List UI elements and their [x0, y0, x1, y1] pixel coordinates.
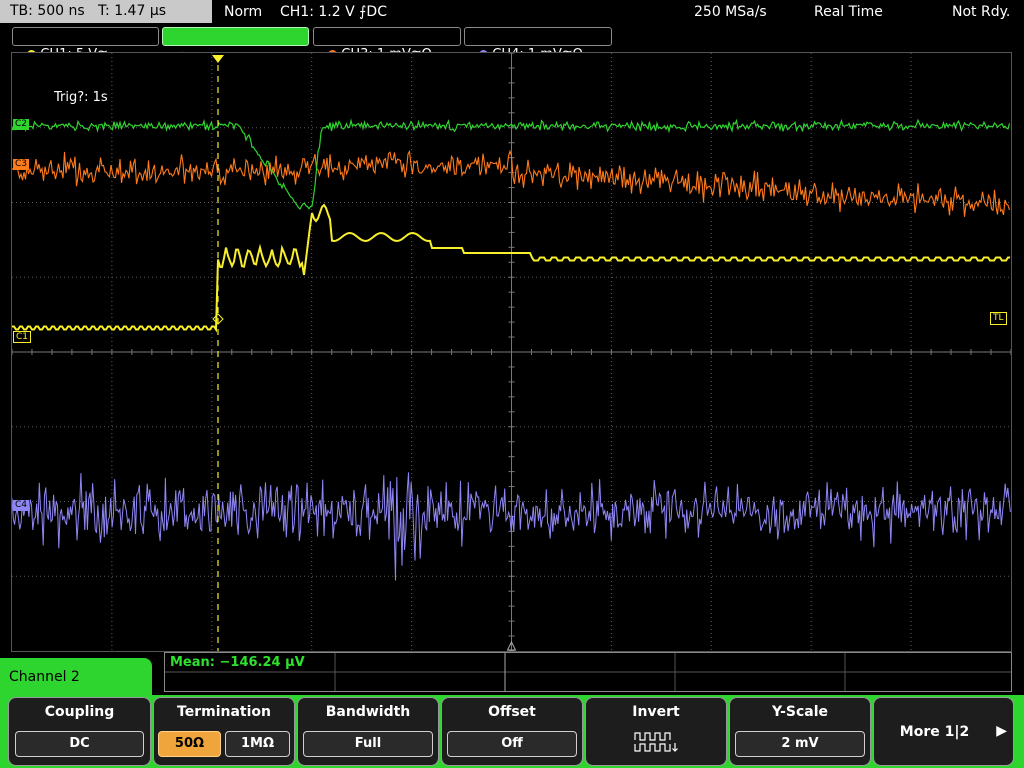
trigger-level-marker[interactable]: TL	[990, 312, 1007, 325]
play-right-icon: ▶	[996, 723, 1007, 739]
waveform-canvas	[12, 53, 1011, 651]
more-softkey[interactable]: More 1|2 ▶	[873, 697, 1014, 766]
trigger-timeout-text: Trig?: 1s	[54, 90, 108, 105]
acquisition-mode[interactable]: Norm	[224, 0, 262, 24]
c2-level-marker[interactable]: C2	[13, 119, 30, 130]
mean-measurement[interactable]: Mean: −146.24 µV	[170, 655, 305, 670]
termination-title: Termination	[177, 704, 271, 720]
offset-softkey[interactable]: Offset Off	[441, 697, 583, 766]
coupling-value[interactable]: DC	[15, 731, 144, 757]
c4-level-marker[interactable]: C4	[13, 500, 30, 511]
channel-tab-4[interactable]: CH4: 1 mV≅Ω	[464, 27, 612, 62]
c1-level-marker[interactable]: C1	[13, 331, 32, 343]
termination-1mohm-option[interactable]: 1MΩ	[225, 731, 290, 757]
yscale-title: Y-Scale	[771, 704, 828, 720]
termination-50ohm-option[interactable]: 50Ω	[158, 731, 221, 757]
yscale-softkey[interactable]: Y-Scale 2 mV	[729, 697, 871, 766]
trigger-cursors	[212, 55, 517, 651]
sample-rate: 250 MSa/s	[694, 4, 767, 20]
trigger-position-icon	[212, 55, 224, 63]
channel-tab-2[interactable]: CH2: 2 mV≅Ω	[162, 27, 309, 62]
offset-title: Offset	[488, 704, 536, 720]
termination-softkey[interactable]: Termination 50Ω 1MΩ	[153, 697, 295, 766]
channel-tab-3[interactable]: CH3: 1 mV≅Ω	[313, 27, 461, 62]
channel-tab-1[interactable]: CH1: 5 V≅	[12, 27, 159, 62]
more-label: More 1|2	[899, 724, 970, 740]
invert-softkey[interactable]: Invert	[585, 697, 727, 766]
coupling-title: Coupling	[44, 704, 115, 720]
invert-title: Invert	[632, 704, 680, 720]
offset-value[interactable]: Off	[447, 731, 577, 757]
waveform-display[interactable]	[11, 52, 1012, 652]
graticule-grid	[12, 53, 1011, 651]
timebase-readout[interactable]: TB: 500 ns T: 1.47 µs	[0, 0, 212, 23]
bandwidth-value[interactable]: Full	[303, 731, 433, 757]
coupling-softkey[interactable]: Coupling DC	[8, 697, 151, 766]
bandwidth-title: Bandwidth	[325, 704, 411, 720]
trigger-readout[interactable]: CH1: 1.2 V ⨍DC	[280, 0, 387, 24]
yscale-value[interactable]: 2 mV	[735, 731, 865, 757]
trigger-status: Not Rdy.	[952, 4, 1011, 20]
realtime-mode: Real Time	[814, 4, 883, 20]
panel-title: Channel 2	[0, 658, 152, 698]
c3-level-marker[interactable]: C3	[13, 159, 30, 170]
invert-waveform-icon	[634, 732, 678, 752]
bandwidth-softkey[interactable]: Bandwidth Full	[297, 697, 439, 766]
ch3-trace	[12, 149, 1011, 217]
